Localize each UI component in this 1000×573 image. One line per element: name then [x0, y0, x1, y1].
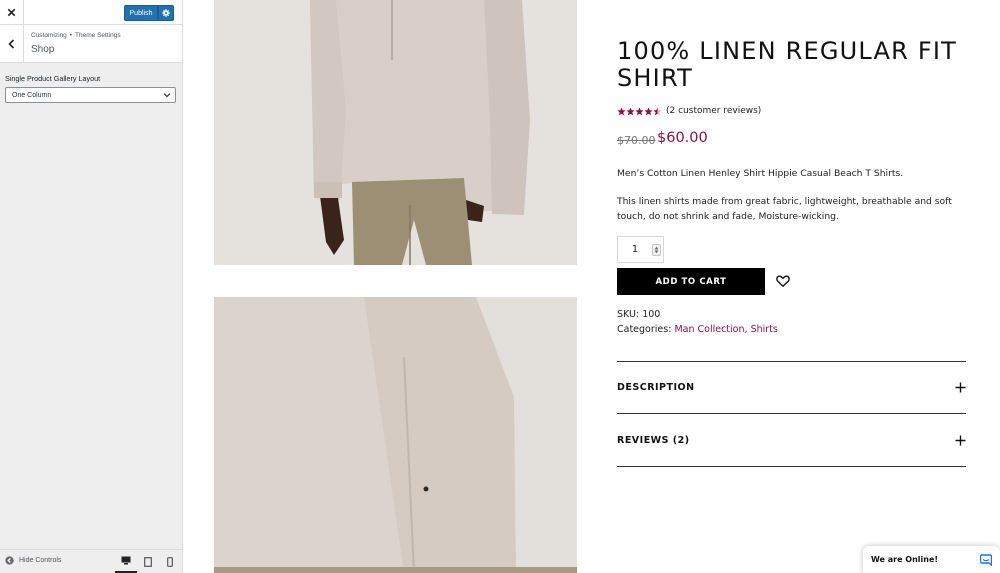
- customer-reviews-link[interactable]: (2 customer reviews): [666, 106, 761, 116]
- product-title: 100% LINEN REGULAR FIT SHIRT: [617, 37, 957, 92]
- accordion-divider: [617, 361, 966, 362]
- category-link-shirts[interactable]: Shirts: [751, 324, 778, 335]
- product-gallery-image[interactable]: [214, 297, 577, 573]
- star-half-icon: [653, 106, 662, 115]
- site-preview: 100% LINEN REGULAR FIT SHIRT (2 customer…: [183, 0, 1000, 573]
- star-rating: [617, 106, 662, 116]
- accordion-divider: [617, 466, 966, 467]
- preview-desktop-button[interactable]: [115, 550, 137, 573]
- accordion-description[interactable]: DESCRIPTION: [617, 374, 966, 400]
- star-icon: [644, 106, 653, 115]
- product-gallery-image[interactable]: [214, 0, 577, 265]
- plus-icon: [955, 435, 966, 445]
- accordion-title: DESCRIPTION: [617, 381, 695, 393]
- chevron-down-icon: [163, 93, 171, 98]
- desktop-icon: [121, 556, 131, 565]
- publish-button[interactable]: Publish: [124, 5, 158, 21]
- gallery-layout-select[interactable]: One Column: [5, 87, 176, 103]
- chat-bubble-icon: [980, 553, 992, 566]
- live-chat-widget[interactable]: We are Online!: [863, 546, 1000, 573]
- quantity-input[interactable]: 1: [618, 244, 652, 255]
- short-description: This linen shirts made from great fabric…: [617, 196, 952, 222]
- chevron-left-icon: [8, 39, 15, 49]
- product-photo: [214, 0, 577, 265]
- hide-controls-label: Hide Controls: [19, 557, 62, 564]
- product-photo: [214, 297, 577, 573]
- sku-value: 100: [642, 309, 661, 320]
- regular-price: $70.00: [617, 134, 656, 147]
- categories-label: Categories:: [617, 324, 672, 335]
- collapse-icon: [5, 556, 14, 565]
- preview-mobile-button[interactable]: [159, 550, 181, 573]
- back-button[interactable]: [0, 25, 24, 63]
- tablet-icon: [144, 556, 152, 567]
- star-icon: [635, 106, 644, 115]
- sku-label: SKU:: [617, 309, 640, 320]
- breadcrumb-separator: •: [69, 32, 73, 39]
- sale-price: $60.00: [657, 130, 708, 146]
- star-icon: [626, 106, 635, 115]
- quantity-spinner[interactable]: [652, 243, 661, 256]
- gear-icon: [162, 9, 170, 17]
- add-to-cart-button[interactable]: ADD TO CART: [617, 268, 765, 295]
- preview-tablet-button[interactable]: [137, 550, 159, 573]
- category-link-man-collection[interactable]: Man Collection: [674, 324, 744, 335]
- breadcrumb-item: Theme Settings: [75, 32, 121, 39]
- chat-status-label: We are Online!: [871, 555, 939, 564]
- customizer-header: Publish: [0, 0, 182, 25]
- short-description: Men’s Cotton Linen Henley Shirt Hippie C…: [617, 168, 904, 179]
- mobile-icon: [167, 556, 173, 567]
- quantity-stepper[interactable]: 1: [617, 236, 664, 263]
- accordion-divider: [617, 413, 966, 414]
- section-title: Shop: [31, 44, 55, 55]
- gallery-layout-label: Single Product Gallery Layout: [5, 74, 101, 83]
- product-sku: SKU: 100: [617, 309, 660, 320]
- breadcrumb-item: Customizing: [31, 32, 67, 39]
- plus-icon: [955, 382, 966, 392]
- breadcrumb: Customizing • Theme Settings: [31, 32, 121, 39]
- customizer-footer: Hide Controls: [0, 549, 182, 573]
- star-icon: [617, 106, 626, 115]
- accordion-title: REVIEWS (2): [617, 434, 690, 446]
- customizer-sidebar: Publish Customizing • Theme Settings Shop …: [0, 0, 183, 573]
- caret-down-icon: [654, 250, 659, 253]
- heart-icon[interactable]: [776, 274, 790, 288]
- close-customizer-button[interactable]: [0, 0, 24, 25]
- accordion-reviews[interactable]: REVIEWS (2): [617, 427, 966, 453]
- product-rating: (2 customer reviews): [617, 106, 761, 116]
- close-icon: [7, 8, 16, 17]
- hide-controls-button[interactable]: Hide Controls: [5, 556, 61, 565]
- section-header: Customizing • Theme Settings Shop: [0, 25, 182, 63]
- gallery-layout-value: One Column: [12, 91, 52, 99]
- publish-settings-button[interactable]: [158, 5, 174, 21]
- product-categories: Categories: Man Collection, Shirts: [617, 324, 778, 335]
